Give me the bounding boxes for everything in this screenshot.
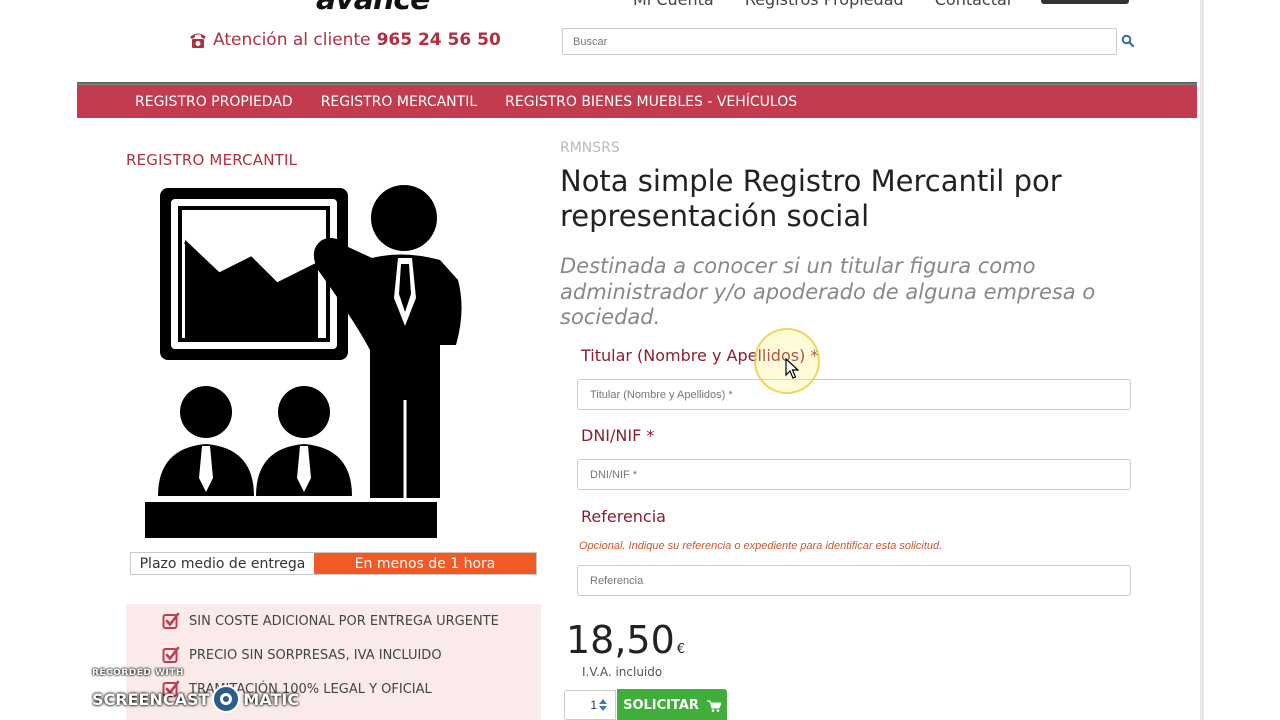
dni-field[interactable]: DNI/NIF * bbox=[577, 459, 1131, 490]
presentation-illustration bbox=[145, 185, 462, 538]
scrollbar[interactable] bbox=[1201, 0, 1204, 720]
titular-field[interactable]: Titular (Nombre y Apellidos) * bbox=[577, 379, 1131, 410]
delivery-time: Plazo medio de entrega En menos de 1 hor… bbox=[130, 552, 537, 575]
watermark-brand: SCREENCAST MATIC bbox=[92, 684, 299, 714]
delivery-label: Plazo medio de entrega bbox=[131, 553, 314, 574]
reference-label: Referencia bbox=[581, 507, 666, 526]
dni-placeholder: DNI/NIF * bbox=[590, 468, 638, 481]
nav-item-bienes-muebles[interactable]: REGISTRO BIENES MUEBLES - VEHÍCULOS bbox=[505, 94, 797, 110]
product-price: 18,50 € bbox=[566, 618, 685, 662]
tax-note: I.V.A. incluido bbox=[582, 665, 663, 679]
search-placeholder: Buscar bbox=[573, 35, 608, 48]
reference-field[interactable]: Referencia bbox=[577, 565, 1131, 596]
dni-label: DNI/NIF * bbox=[581, 426, 655, 445]
nav-item-registro-mercantil[interactable]: REGISTRO MERCANTIL bbox=[321, 94, 477, 110]
right-margin bbox=[1200, 0, 1280, 720]
watermark-brand-right: MATIC bbox=[243, 689, 300, 709]
page: avance Mi Cuenta Registros Propiedad Con… bbox=[0, 0, 1280, 720]
product-description: Destinada a conocer si un titular figura… bbox=[560, 254, 1096, 329]
product-sku: RMNSRS bbox=[560, 140, 620, 156]
quantity-stepper[interactable]: 1 bbox=[564, 690, 616, 720]
search-input[interactable]: Buscar bbox=[562, 28, 1117, 55]
reference-hint: Opcional. Indique su referencia o expedi… bbox=[579, 540, 943, 552]
cart-icon bbox=[706, 700, 721, 712]
quantity-value: 1 bbox=[590, 698, 597, 712]
category-title: REGISTRO MERCANTIL bbox=[126, 151, 298, 169]
customer-service: Atención al cliente 965 24 56 50 bbox=[188, 30, 501, 50]
checkbox-icon bbox=[162, 646, 180, 663]
phone-label: Atención al cliente bbox=[213, 30, 371, 50]
watermark-brand-left: SCREENCAST bbox=[92, 689, 210, 709]
feature-text: PRECIO SIN SORPRESAS, IVA INCLUIDO bbox=[189, 647, 442, 663]
top-link-contact[interactable]: Contactar bbox=[935, 0, 1014, 9]
price-value: 18,50 bbox=[566, 618, 675, 662]
spinner-arrows-icon[interactable] bbox=[598, 698, 608, 712]
main-nav: REGISTRO PROPIEDAD REGISTRO MERCANTIL RE… bbox=[77, 85, 1197, 118]
screencast-logo-icon bbox=[212, 685, 241, 713]
site-logo[interactable]: avance bbox=[316, 0, 431, 17]
phone-number[interactable]: 965 24 56 50 bbox=[377, 30, 501, 50]
product-title: Nota simple Registro Mercantil por repre… bbox=[560, 164, 1062, 233]
price-currency: € bbox=[676, 642, 686, 657]
search-icon[interactable] bbox=[1121, 34, 1135, 48]
feature-text: SIN COSTE ADICIONAL POR ENTREGA URGENTE bbox=[189, 613, 499, 629]
nav-item-registro-propiedad[interactable]: REGISTRO PROPIEDAD bbox=[135, 94, 293, 110]
top-link-account[interactable]: Mi Cuenta bbox=[633, 0, 714, 9]
reference-placeholder: Referencia bbox=[590, 574, 644, 587]
top-dark-button[interactable] bbox=[1041, 0, 1129, 4]
top-link-registries[interactable]: Registros Propiedad bbox=[745, 0, 904, 9]
solicitar-label: SOLICITAR bbox=[623, 698, 699, 713]
left-margin bbox=[0, 0, 77, 720]
solicitar-button[interactable]: SOLICITAR bbox=[617, 689, 727, 720]
delivery-value: En menos de 1 hora bbox=[314, 553, 536, 574]
feature-item: SIN COSTE ADICIONAL POR ENTREGA URGENTE bbox=[162, 612, 499, 630]
mouse-cursor-icon bbox=[785, 358, 799, 379]
checkbox-icon bbox=[162, 612, 180, 629]
phone-icon bbox=[190, 33, 206, 48]
titular-placeholder: Titular (Nombre y Apellidos) * bbox=[590, 388, 733, 401]
watermark-recorded: RECORDED WITH bbox=[92, 668, 184, 678]
top-links: Mi Cuenta Registros Propiedad Contactar bbox=[633, 0, 1039, 9]
feature-item: PRECIO SIN SORPRESAS, IVA INCLUIDO bbox=[162, 646, 442, 664]
